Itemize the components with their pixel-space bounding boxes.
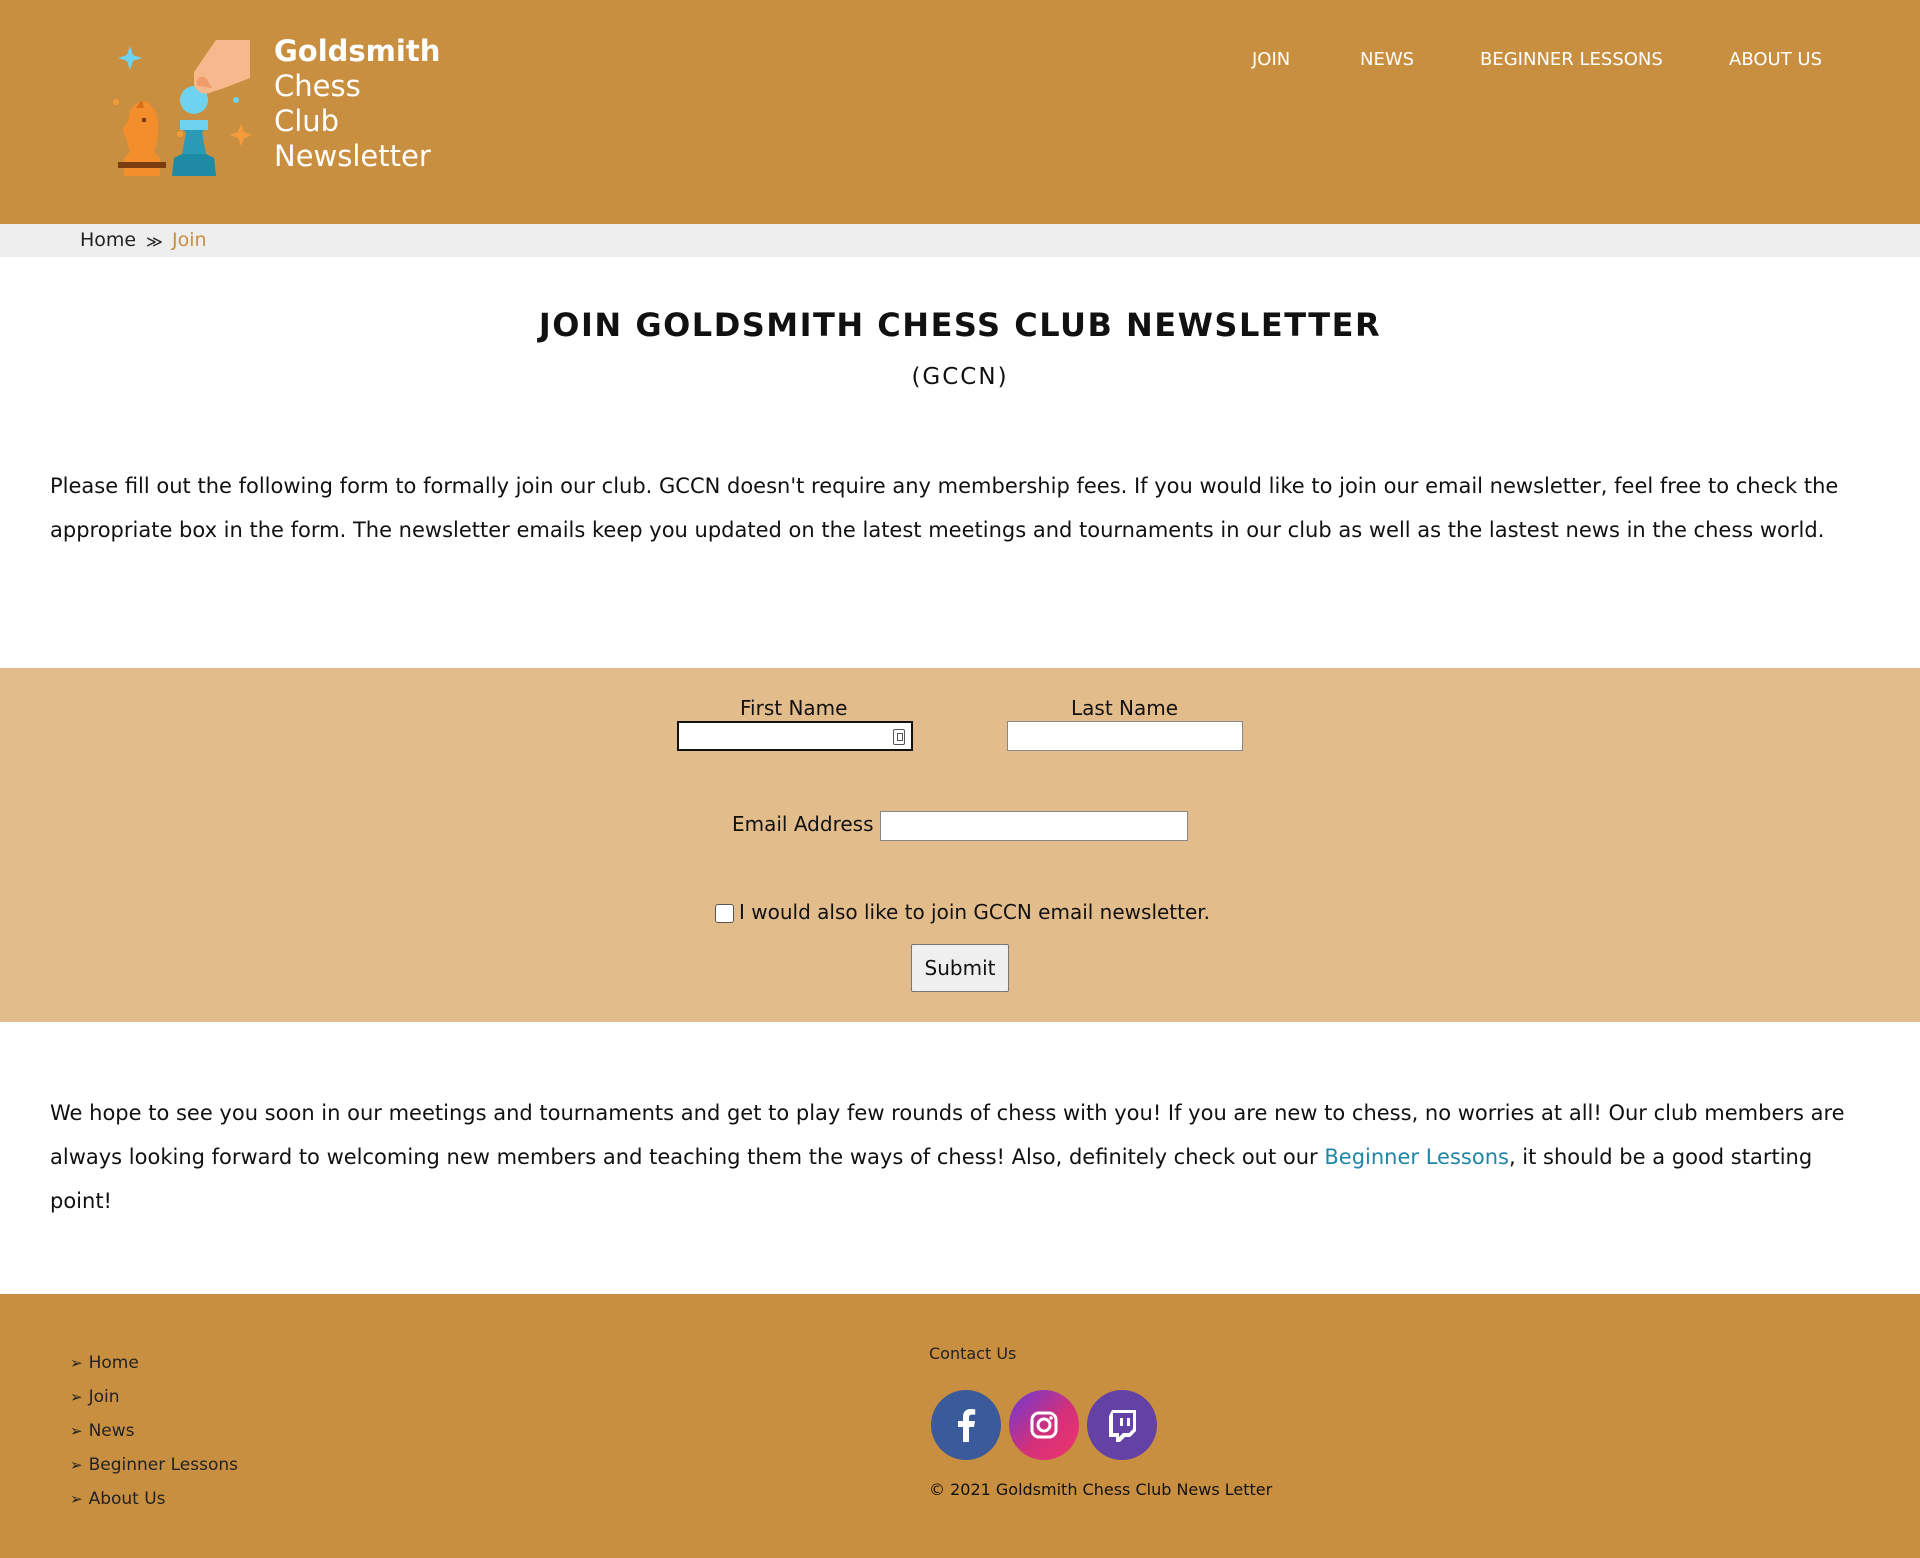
newsletter-checkbox[interactable] [715, 904, 734, 923]
footer-link-label[interactable]: About Us [89, 1489, 166, 1509]
footer-links: ➢ Home ➢ Join ➢ News ➢ Beginner Lessons ➢ Abo… [70, 1346, 238, 1516]
first-name-input[interactable] [677, 721, 913, 751]
footer-link-label[interactable]: Home [89, 1353, 139, 1373]
submit-button[interactable]: Submit [911, 944, 1009, 992]
arrow-icon: ➢ [70, 1490, 83, 1508]
footer-link-about-us[interactable]: ➢ About Us [70, 1482, 238, 1516]
email-label: Email Address [732, 812, 874, 836]
site-footer: ➢ Home ➢ Join ➢ News ➢ Beginner Lessons ➢ Abo… [0, 1294, 1920, 1558]
footer-link-home[interactable]: ➢ Home [70, 1346, 238, 1380]
twitch-icon [1109, 1410, 1136, 1442]
logo-line-newsletter: Newsletter [274, 139, 431, 173]
arrow-icon: ➢ [70, 1456, 83, 1474]
footer-link-label[interactable]: News [89, 1421, 135, 1441]
nav-news[interactable]: NEWS [1360, 48, 1414, 72]
email-input[interactable] [880, 811, 1188, 841]
footer-link-join[interactable]: ➢ Join [70, 1380, 238, 1414]
footer-link-label[interactable]: Join [89, 1387, 120, 1407]
first-name-label: First Name [740, 696, 848, 720]
breadcrumb-separator-icon: ≫ [146, 232, 163, 251]
main-nav: JOIN NEWS BEGINNER LESSONS ABOUT US [0, 48, 1920, 80]
arrow-icon: ➢ [70, 1388, 83, 1406]
last-name-label: Last Name [1071, 696, 1179, 720]
nav-about-us[interactable]: ABOUT US [1729, 48, 1822, 72]
facebook-icon [958, 1409, 976, 1442]
outro-paragraph: We hope to see you soon in our meetings … [50, 1091, 1880, 1223]
breadcrumb: Home ≫ Join [0, 224, 1920, 257]
nav-join[interactable]: JOIN [1252, 48, 1290, 72]
autofill-icon[interactable] [893, 729, 905, 745]
site-header: Goldsmith Chess Club Newsletter JOIN NEW… [0, 0, 1920, 224]
breadcrumb-home[interactable]: Home [80, 229, 136, 251]
page-title: JOIN GOLDSMITH CHESS CLUB NEWSLETTER [538, 306, 1382, 344]
intro-paragraph: Please fill out the following form to fo… [50, 474, 1839, 542]
instagram-icon [1030, 1411, 1058, 1439]
instagram-button[interactable] [1009, 1390, 1079, 1460]
copyright-text: © 2021 Goldsmith Chess Club News Letter [929, 1480, 1273, 1499]
nav-beginner-lessons[interactable]: BEGINNER LESSONS [1480, 48, 1663, 72]
twitch-button[interactable] [1087, 1390, 1157, 1460]
page-subtitle: (GCCN) [911, 364, 1009, 390]
facebook-button[interactable] [931, 1390, 1001, 1460]
logo-line-club: Club [274, 104, 340, 138]
footer-link-beginner-lessons[interactable]: ➢ Beginner Lessons [70, 1448, 238, 1482]
footer-link-label[interactable]: Beginner Lessons [89, 1455, 238, 1475]
last-name-input[interactable] [1007, 721, 1243, 751]
newsletter-checkbox-label[interactable]: I would also like to join GCCN email new… [739, 900, 1210, 924]
arrow-icon: ➢ [70, 1354, 83, 1372]
beginner-lessons-link[interactable]: Beginner Lessons [1324, 1145, 1509, 1169]
join-form: First Name Last Name Email Address I wou… [0, 668, 1920, 1022]
contact-us-label: Contact Us [929, 1344, 1017, 1363]
breadcrumb-current[interactable]: Join [172, 229, 207, 251]
footer-link-news[interactable]: ➢ News [70, 1414, 238, 1448]
arrow-icon: ➢ [70, 1422, 83, 1440]
